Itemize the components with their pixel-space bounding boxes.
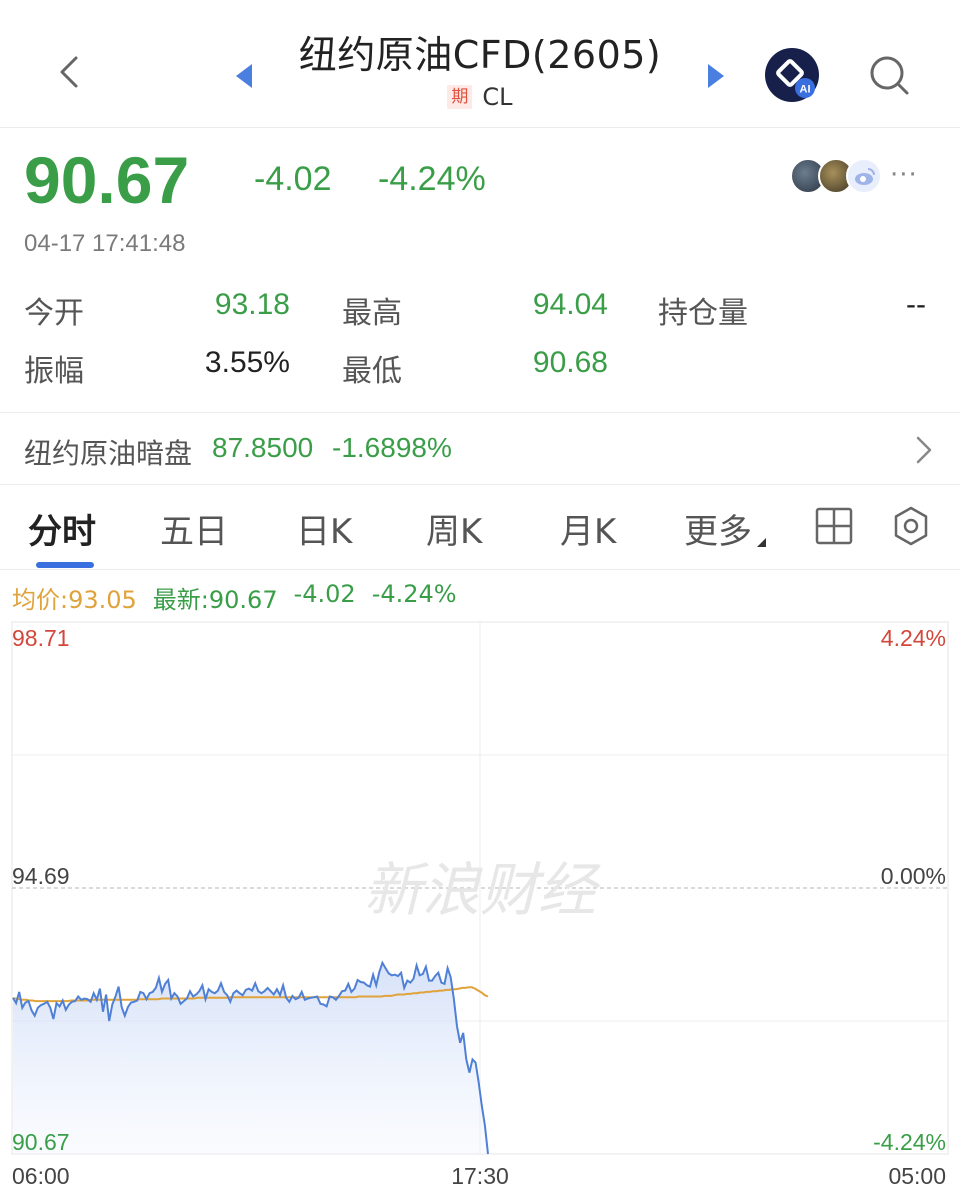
futures-tag: 期 bbox=[447, 85, 473, 109]
ellipsis-icon: ··· bbox=[890, 160, 918, 190]
back-button[interactable] bbox=[48, 50, 92, 94]
tab-intraday[interactable]: 分时 bbox=[28, 504, 96, 553]
follower-avatars[interactable] bbox=[790, 158, 882, 196]
triangle-left-icon bbox=[236, 64, 252, 88]
price-area bbox=[13, 962, 488, 1154]
intraday-chart[interactable]: 新浪财经 98.71 94.69 90.67 4.24% 0.00% -4.24% 06:0… bbox=[0, 618, 960, 1190]
tab-monthly-k[interactable]: 月K bbox=[560, 504, 616, 553]
high-label: 最高 bbox=[342, 296, 402, 331]
divider bbox=[0, 412, 960, 413]
last-price: 90.67 bbox=[24, 143, 190, 217]
y-right-tick-label: 0.00% bbox=[881, 863, 946, 889]
open-value: 93.18 bbox=[214, 288, 290, 321]
price-change: -4.02 bbox=[254, 160, 332, 198]
y-left-tick-label: 98.71 bbox=[12, 625, 70, 651]
dark-session-label: 纽约原油暗盘 bbox=[24, 437, 193, 470]
page-title: 纽约原油CFD(2605) bbox=[298, 33, 662, 77]
svg-text:AI: AI bbox=[800, 84, 811, 96]
dark-session-row[interactable]: 纽约原油暗盘 87.8500 -1.6898% bbox=[0, 414, 960, 484]
more-options-button[interactable]: ··· bbox=[890, 160, 918, 190]
chevron-left-icon bbox=[60, 56, 78, 88]
previous-contract-button[interactable] bbox=[230, 58, 260, 94]
avg-price-legend: 均价:93.05 bbox=[12, 586, 137, 614]
open-interest-value: -- bbox=[906, 288, 926, 321]
dark-session-price: 87.8500 bbox=[212, 432, 314, 463]
high-value: 94.04 bbox=[532, 288, 608, 321]
y-right-tick-label: 4.24% bbox=[881, 625, 946, 651]
layout-button[interactable] bbox=[814, 506, 854, 546]
open-interest-label: 持仓量 bbox=[658, 296, 748, 331]
settings-icon bbox=[894, 506, 928, 546]
x-tick-label: 17:30 bbox=[451, 1163, 509, 1189]
search-button[interactable] bbox=[866, 52, 912, 98]
y-left-tick-label: 94.69 bbox=[12, 863, 70, 889]
search-icon bbox=[870, 56, 909, 95]
chart-settings-button[interactable] bbox=[890, 505, 932, 547]
more-caret-icon bbox=[757, 538, 766, 547]
open-label: 今开 bbox=[24, 296, 84, 331]
avatar bbox=[846, 158, 882, 194]
low-value: 90.68 bbox=[532, 346, 608, 379]
header: 纽约原油CFD(2605) 期 CL AI bbox=[0, 0, 960, 128]
price-change-percent: -4.24% bbox=[378, 160, 486, 198]
latest-price-legend: 最新:90.67 bbox=[152, 586, 278, 614]
tab-weekly-k[interactable]: 周K bbox=[426, 504, 482, 553]
ai-icon: AI bbox=[766, 49, 818, 101]
chevron-right-icon bbox=[916, 436, 932, 464]
tab-more[interactable]: 更多 bbox=[684, 504, 752, 553]
symbol-code: CL bbox=[482, 83, 513, 111]
watermark: 新浪财经 bbox=[364, 856, 601, 924]
next-contract-button[interactable] bbox=[700, 58, 730, 94]
amplitude-value: 3.55% bbox=[204, 346, 290, 379]
title-block: 纽约原油CFD(2605) 期 CL bbox=[270, 24, 690, 111]
triangle-right-icon bbox=[708, 64, 724, 88]
chart-legend: 均价:93.05 最新:90.67 -4.02 -4.24% bbox=[12, 580, 457, 615]
legend-change: -4.02 bbox=[293, 580, 356, 608]
grid-icon bbox=[815, 507, 853, 545]
legend-change-percent: -4.24% bbox=[371, 580, 457, 608]
ai-assistant-button[interactable]: AI bbox=[765, 48, 819, 102]
quote-timestamp: 04-17 17:41:48 bbox=[24, 230, 186, 257]
weibo-icon bbox=[855, 168, 875, 185]
tab-five-day[interactable]: 五日 bbox=[160, 504, 228, 553]
y-right-tick-label: -4.24% bbox=[873, 1129, 946, 1155]
divider bbox=[0, 484, 960, 485]
dark-session-change-percent: -1.6898% bbox=[332, 432, 452, 463]
x-tick-label: 05:00 bbox=[888, 1163, 946, 1189]
tab-daily-k[interactable]: 日K bbox=[296, 504, 352, 553]
low-label: 最低 bbox=[342, 354, 402, 389]
y-left-tick-label: 90.67 bbox=[12, 1129, 70, 1155]
price-area-fill bbox=[13, 962, 488, 1154]
subtitle-row: 期 CL bbox=[270, 83, 690, 111]
active-tab-indicator bbox=[36, 562, 94, 568]
x-tick-label: 06:00 bbox=[12, 1163, 70, 1189]
amplitude-label: 振幅 bbox=[24, 354, 84, 389]
